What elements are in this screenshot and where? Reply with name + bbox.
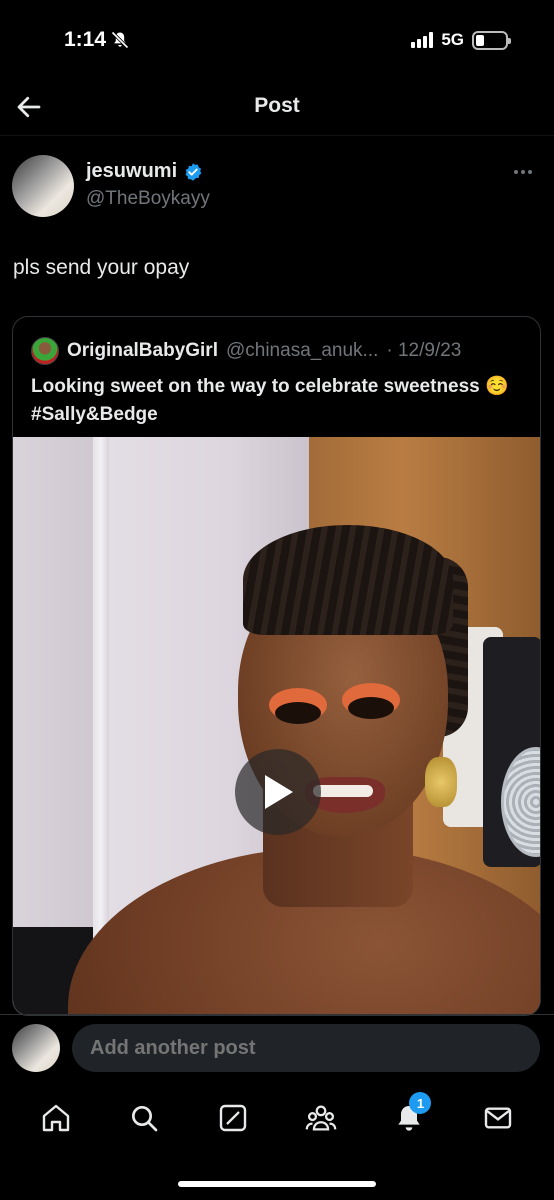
notification-badge: 1 — [409, 1092, 432, 1114]
quoted-author-name: OriginalBabyGirl — [67, 340, 218, 361]
author-avatar[interactable] — [12, 155, 74, 217]
quoted-author-handle: @chinasa_anuk... — [225, 340, 379, 361]
post-text: pls send your opay — [13, 256, 190, 279]
reply-avatar — [12, 1024, 60, 1072]
status-time: 1:14 — [64, 28, 130, 52]
author-name-row[interactable]: jesuwumi — [86, 160, 203, 183]
time-text: 1:14 — [64, 28, 107, 51]
battery-icon — [472, 30, 511, 50]
home-icon[interactable] — [36, 1098, 76, 1138]
divider — [0, 1014, 554, 1015]
author-handle[interactable]: @TheBoykayy — [86, 188, 210, 210]
communities-icon[interactable] — [301, 1098, 341, 1138]
quoted-avatar — [31, 337, 59, 365]
home-indicator — [178, 1181, 376, 1187]
top-bar: Post — [0, 80, 554, 136]
play-icon — [265, 775, 293, 809]
quoted-header: OriginalBabyGirl @chinasa_anuk... · 12/9… — [31, 337, 461, 365]
messages-icon[interactable] — [478, 1098, 518, 1138]
bell-slash-icon — [111, 31, 129, 49]
quoted-text: Looking sweet on the way to celebrate sw… — [31, 376, 509, 425]
earring-image — [425, 757, 457, 807]
verified-badge-icon — [185, 162, 202, 181]
compose-icon[interactable] — [213, 1098, 253, 1138]
ellipsis-icon[interactable] — [514, 162, 538, 182]
quoted-date: · 12/9/23 — [386, 340, 462, 361]
status-bar: 1:14 5G — [0, 0, 554, 80]
search-icon[interactable] — [124, 1098, 164, 1138]
signal-icon — [411, 32, 434, 48]
page-title: Post — [254, 94, 300, 117]
quoted-post[interactable]: OriginalBabyGirl @chinasa_anuk... · 12/9… — [12, 316, 541, 1016]
reply-input[interactable] — [72, 1024, 540, 1072]
author-name[interactable]: jesuwumi — [86, 160, 177, 183]
video-thumbnail[interactable] — [13, 437, 540, 1015]
play-button[interactable] — [235, 749, 321, 835]
bottom-nav: 1 — [0, 1086, 554, 1150]
notifications-icon[interactable]: 1 — [389, 1092, 432, 1138]
network-label: 5G — [441, 30, 464, 49]
